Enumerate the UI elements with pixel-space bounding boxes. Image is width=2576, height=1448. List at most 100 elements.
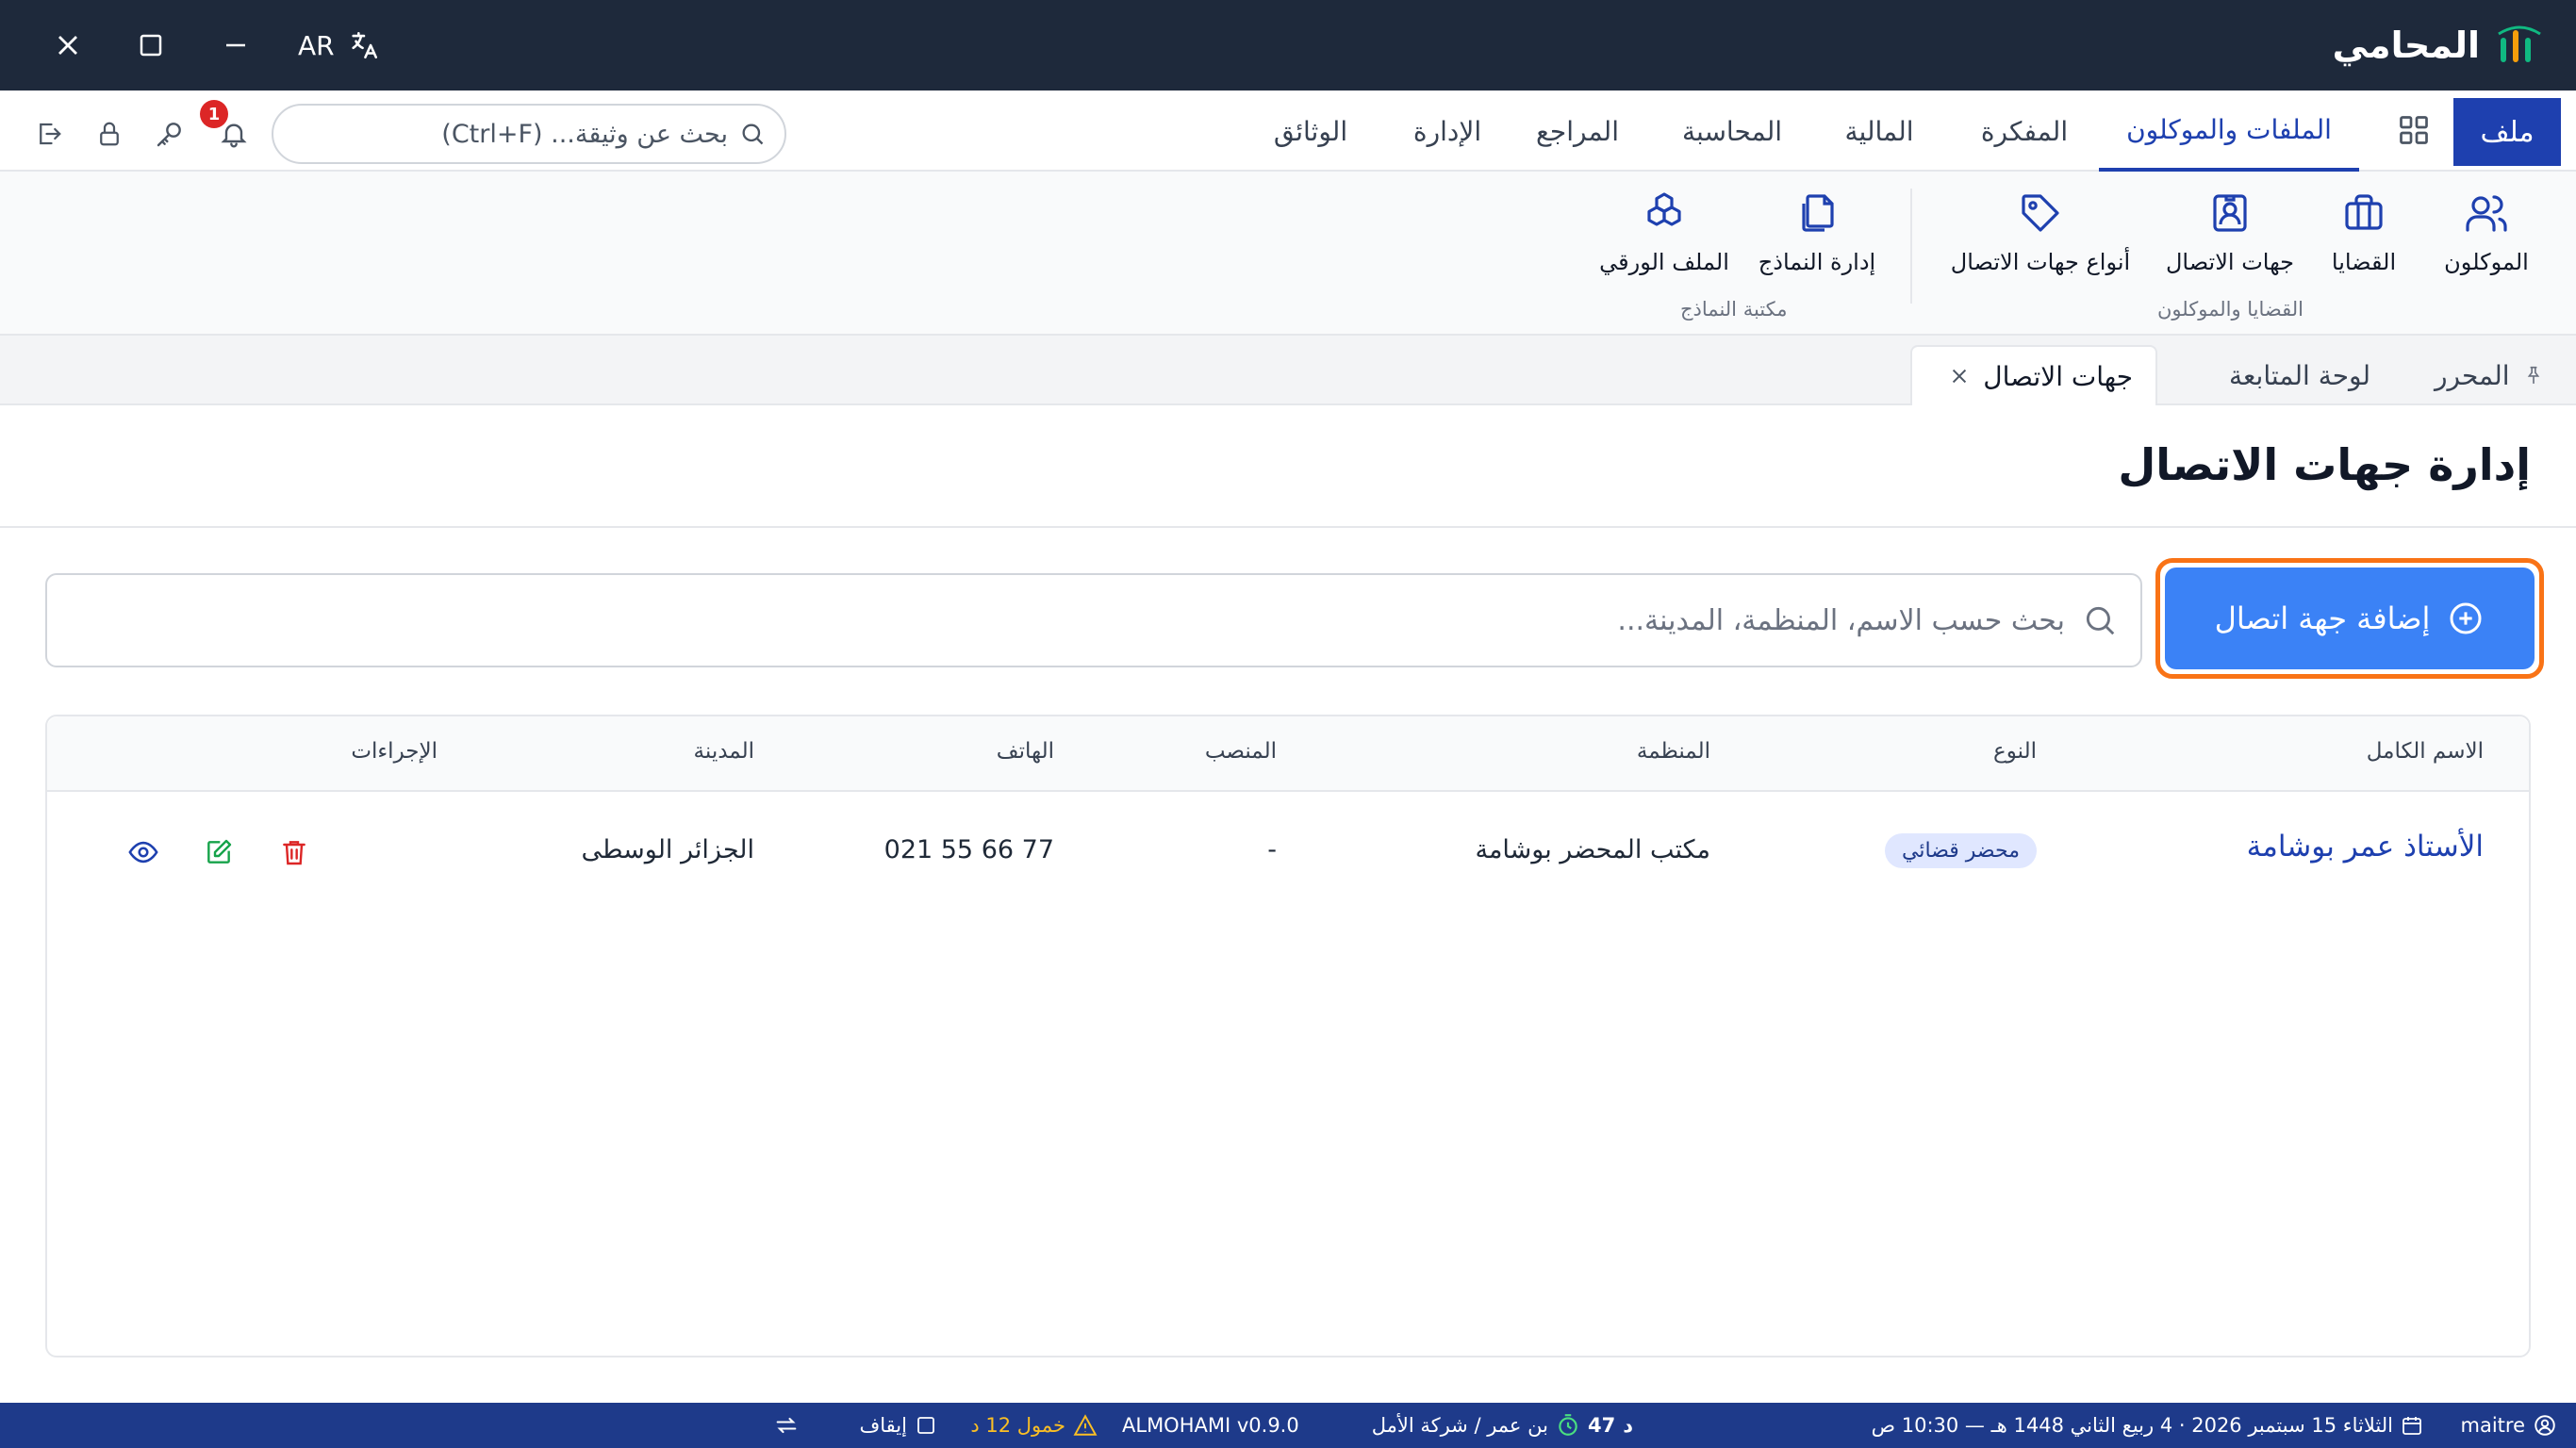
doc-tab-dashboard[interactable]: لوحة المتابعة bbox=[2229, 345, 2370, 405]
close-window-button[interactable] bbox=[34, 0, 102, 90]
menu-file[interactable]: ملف bbox=[2453, 98, 2561, 166]
table-header: الاسم الكامل النوع المنظمة المنصب الهاتف… bbox=[47, 716, 2529, 792]
edit-icon[interactable] bbox=[200, 833, 238, 871]
ribbon-templates-button[interactable]: إدارة النماذج bbox=[1756, 190, 1878, 275]
ribbon-separator bbox=[1910, 189, 1912, 304]
contacts-table: الاسم الكامل النوع المنظمة المنصب الهاتف… bbox=[45, 715, 2531, 1358]
timer-value: 47 bbox=[1587, 1414, 1616, 1437]
menu-bar: ملف الملفات والموكلون المفكرة المالية ال… bbox=[0, 90, 2576, 172]
boxes-icon bbox=[1642, 190, 1687, 236]
title-bar: المحامي AR bbox=[0, 0, 2576, 90]
menu-tab-agenda[interactable]: المفكرة bbox=[1969, 90, 2080, 172]
app-brand: المحامي bbox=[2333, 19, 2542, 72]
minimize-button[interactable] bbox=[202, 0, 270, 90]
plus-circle-icon bbox=[2447, 600, 2485, 637]
search-icon bbox=[739, 121, 766, 147]
column-header-phone[interactable]: الهاتف bbox=[997, 739, 1054, 764]
ribbon-group-label-cases-clients: القضايا والموكلون bbox=[2157, 298, 2304, 321]
status-version: ALMOHAMI v0.9.0 bbox=[1122, 1414, 1299, 1437]
ribbon-cases-button[interactable]: القضايا bbox=[2321, 190, 2406, 275]
ribbon-group-label-templates-library: مكتبة النماذج bbox=[1680, 298, 1788, 321]
ribbon-clients-button[interactable]: الموكلون bbox=[2425, 190, 2548, 275]
apps-grid-icon[interactable] bbox=[2397, 113, 2431, 147]
contact-search-box[interactable] bbox=[45, 573, 2142, 667]
menu-tab-accounting[interactable]: المحاسبة bbox=[1671, 90, 1793, 172]
view-eye-icon[interactable] bbox=[124, 833, 162, 871]
logout-icon[interactable] bbox=[30, 115, 68, 153]
delete-trash-icon[interactable] bbox=[275, 833, 313, 871]
contact-search-input[interactable] bbox=[70, 603, 2065, 637]
table-row[interactable]: الأستاذ عمر بوشامة محضر قضائي مكتب المحض… bbox=[47, 792, 2529, 909]
doc-tab-contacts[interactable]: جهات الاتصال bbox=[1910, 345, 2157, 405]
status-timer[interactable]: د 47 بن عمر / شركة الأمل bbox=[1372, 1403, 1633, 1448]
menu-tab-administration[interactable]: الإدارة bbox=[1395, 90, 1499, 172]
column-header-type[interactable]: النوع bbox=[1993, 739, 2037, 764]
ribbon-label: القضايا bbox=[2331, 249, 2397, 275]
add-contact-button[interactable]: إضافة جهة اتصال bbox=[2165, 568, 2535, 669]
column-header-full-name[interactable]: الاسم الكامل bbox=[2367, 739, 2484, 764]
tag-icon bbox=[2018, 190, 2063, 236]
menu-tab-references[interactable]: المراجع bbox=[1526, 90, 1629, 172]
column-header-city[interactable]: المدينة bbox=[694, 739, 754, 764]
pin-icon[interactable] bbox=[2523, 365, 2544, 386]
menu-tab-files-clients[interactable]: الملفات والموكلون bbox=[2099, 90, 2359, 172]
column-header-actions: الإجراءات bbox=[351, 739, 438, 764]
copy-files-icon bbox=[1794, 190, 1840, 236]
inactivity-text: خمول 12 د bbox=[970, 1414, 1065, 1437]
translate-icon bbox=[348, 29, 380, 61]
contact-phone: 021 55 66 77 bbox=[883, 835, 1054, 864]
notification-count-badge: 1 bbox=[200, 100, 228, 128]
lock-icon[interactable] bbox=[91, 115, 128, 153]
column-header-position[interactable]: المنصب bbox=[1205, 739, 1277, 764]
add-contact-label: إضافة جهة اتصال bbox=[2214, 601, 2431, 636]
search-icon bbox=[2082, 602, 2118, 638]
maximize-button[interactable] bbox=[117, 0, 185, 90]
ribbon-label: أنواع جهات الاتصال bbox=[1950, 249, 2131, 275]
doc-tab-label: المحرر bbox=[2435, 359, 2510, 391]
ribbon-contact-types-button[interactable]: أنواع جهات الاتصال bbox=[1946, 190, 2135, 275]
sync-icon[interactable] bbox=[773, 1403, 800, 1448]
status-username: maitre bbox=[2460, 1414, 2526, 1437]
add-contact-button-focus-ring: إضافة جهة اتصال bbox=[2155, 558, 2544, 679]
stop-square-icon bbox=[915, 1414, 937, 1437]
contact-name-link[interactable]: الأستاذ عمر بوشامة bbox=[2247, 830, 2484, 864]
ribbon-label: جهات الاتصال bbox=[2165, 249, 2295, 275]
timer-unit: د bbox=[1623, 1414, 1633, 1437]
close-tab-icon[interactable] bbox=[1949, 366, 1970, 387]
doc-tab-label: جهات الاتصال bbox=[1983, 360, 2133, 392]
contact-type-badge: محضر قضائي bbox=[1885, 833, 2037, 868]
ribbon-label: الملف الورقي bbox=[1599, 249, 1729, 275]
user-circle-icon bbox=[2533, 1413, 2557, 1438]
page-title: إدارة جهات الاتصال bbox=[2118, 439, 2531, 490]
ribbon-paper-file-button[interactable]: الملف الورقي bbox=[1593, 190, 1735, 275]
global-search-input[interactable] bbox=[292, 119, 728, 149]
timer-client: بن عمر / شركة الأمل bbox=[1371, 1414, 1548, 1437]
briefcase-icon bbox=[2341, 190, 2386, 236]
app-name: المحامي bbox=[2332, 25, 2480, 66]
status-date: الثلاثاء 15 سبتمبر 2026 · 4 ربيع الثاني … bbox=[1872, 1403, 2423, 1448]
contact-city: الجزائر الوسطى bbox=[581, 835, 754, 864]
app-logo-icon bbox=[2497, 25, 2542, 66]
pause-label: إيقاف bbox=[859, 1414, 907, 1437]
timer-icon bbox=[1556, 1413, 1580, 1438]
pause-button[interactable]: إيقاف bbox=[860, 1403, 937, 1448]
global-search-box[interactable] bbox=[272, 104, 786, 164]
ribbon-label: الموكلون bbox=[2444, 249, 2529, 275]
column-header-organization[interactable]: المنظمة bbox=[1637, 739, 1710, 764]
contact-position: - bbox=[1267, 835, 1277, 864]
calendar-icon bbox=[2401, 1414, 2423, 1437]
status-date-text: الثلاثاء 15 سبتمبر 2026 · 4 ربيع الثاني … bbox=[1871, 1414, 2393, 1437]
document-tabs-bar: المحرر لوحة المتابعة جهات الاتصال bbox=[0, 336, 2576, 405]
status-user[interactable]: maitre bbox=[2461, 1403, 2558, 1448]
ribbon-toolbar: الموكلون القضايا جهات الاتصال أنواع جهات… bbox=[0, 172, 2576, 336]
doc-tab-editor[interactable]: المحرر bbox=[2435, 345, 2544, 405]
ribbon-contacts-button[interactable]: جهات الاتصال bbox=[2159, 190, 2301, 275]
menu-tab-documents[interactable]: الوثائق bbox=[1254, 90, 1367, 172]
warning-icon bbox=[1073, 1413, 1098, 1438]
ribbon-label: إدارة النماذج bbox=[1758, 249, 1876, 275]
key-icon[interactable] bbox=[151, 115, 189, 153]
menu-tab-finance[interactable]: المالية bbox=[1831, 90, 1927, 172]
status-bar: maitre الثلاثاء 15 سبتمبر 2026 · 4 ربيع … bbox=[0, 1403, 2576, 1448]
language-switcher[interactable]: AR bbox=[298, 23, 380, 68]
contact-card-icon bbox=[2207, 190, 2253, 236]
